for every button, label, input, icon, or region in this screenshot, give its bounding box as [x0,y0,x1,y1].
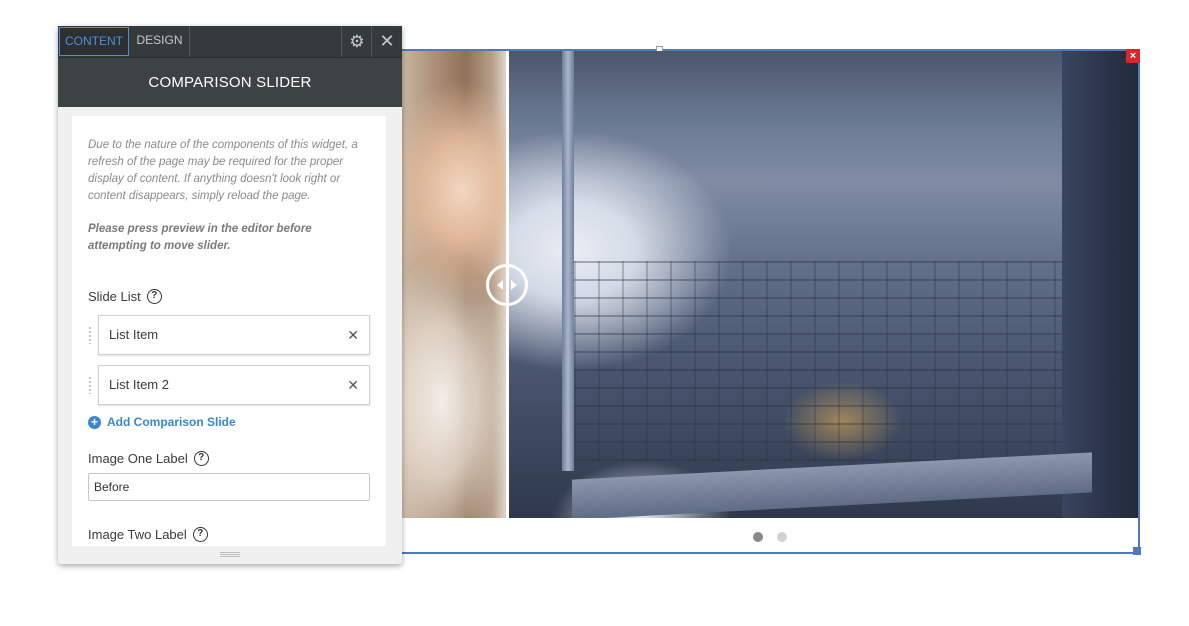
comparison-viewport[interactable] [402,51,1138,518]
list-item[interactable]: List Item 2 ✕ [88,365,370,405]
comparison-slider-widget[interactable]: × [400,46,1141,555]
list-item-label: List Item 2 [109,377,169,392]
tab-content[interactable]: CONTENT [59,27,129,56]
window-curtain [1062,51,1138,518]
remove-icon[interactable]: ✕ [347,366,359,404]
pagination-dot-1[interactable] [753,532,763,542]
help-icon[interactable]: ? [146,288,162,304]
comparison-drag-handle[interactable] [486,264,528,306]
widget-editor-panel: CONTENT DESIGN ⚙ ✕ COMPARISON SLIDER Due… [58,26,402,564]
image-one-label-heading: Image One Label ? [88,449,370,467]
image-one-label-input[interactable] [88,473,370,501]
slide-list-label: Slide List [88,288,141,304]
arrow-left-icon [497,280,503,290]
slide-pagination [402,532,1138,542]
panel-tab-bar: CONTENT DESIGN ⚙ ✕ [58,26,402,57]
slide-list: List Item ✕ List Item 2 ✕ [88,315,370,405]
widget-resize-handle[interactable] [1133,547,1141,555]
refresh-notice: Due to the nature of the components of t… [88,139,358,202]
image-two-label-heading: Image Two Label ? [88,525,370,543]
window-frame [562,51,574,471]
drag-grip-icon[interactable] [88,376,92,394]
list-item-label: List Item [109,327,159,342]
gear-icon[interactable]: ⚙ [341,26,372,57]
add-comparison-slide-button[interactable]: + Add Comparison Slide [88,415,370,429]
add-slide-label: Add Comparison Slide [107,415,236,429]
arrow-right-icon [511,280,517,290]
panel-resize-grip-icon[interactable] [220,552,240,557]
list-item-box[interactable]: List Item ✕ [98,315,370,355]
remove-icon[interactable]: ✕ [347,316,359,354]
window-sill [572,452,1092,518]
image-one-label-text: Image One Label [88,450,188,466]
preview-notice: Please press preview in the editor befor… [88,223,312,252]
list-item[interactable]: List Item ✕ [88,315,370,355]
help-icon[interactable]: ? [192,526,208,542]
close-icon[interactable]: ✕ [371,26,402,57]
plus-circle-icon: + [88,415,101,429]
widget-delete-icon[interactable]: × [1126,49,1140,63]
editor-canvas: × CONTENT DESIGN ⚙ ✕ COMPARISON SLIDER D… [0,0,1189,626]
panel-body[interactable]: Due to the nature of the components of t… [72,116,386,556]
pagination-dot-2[interactable] [777,532,787,542]
drag-grip-icon[interactable] [88,326,92,344]
panel-title: COMPARISON SLIDER [58,57,402,107]
city-rooftops [574,261,1062,461]
list-item-box[interactable]: List Item 2 ✕ [98,365,370,405]
panel-footer [58,546,402,564]
tab-design[interactable]: DESIGN [130,26,190,57]
image-two-label-text: Image Two Label [88,526,187,542]
help-icon[interactable]: ? [193,450,209,466]
slide-list-heading: Slide List ? [88,287,370,305]
